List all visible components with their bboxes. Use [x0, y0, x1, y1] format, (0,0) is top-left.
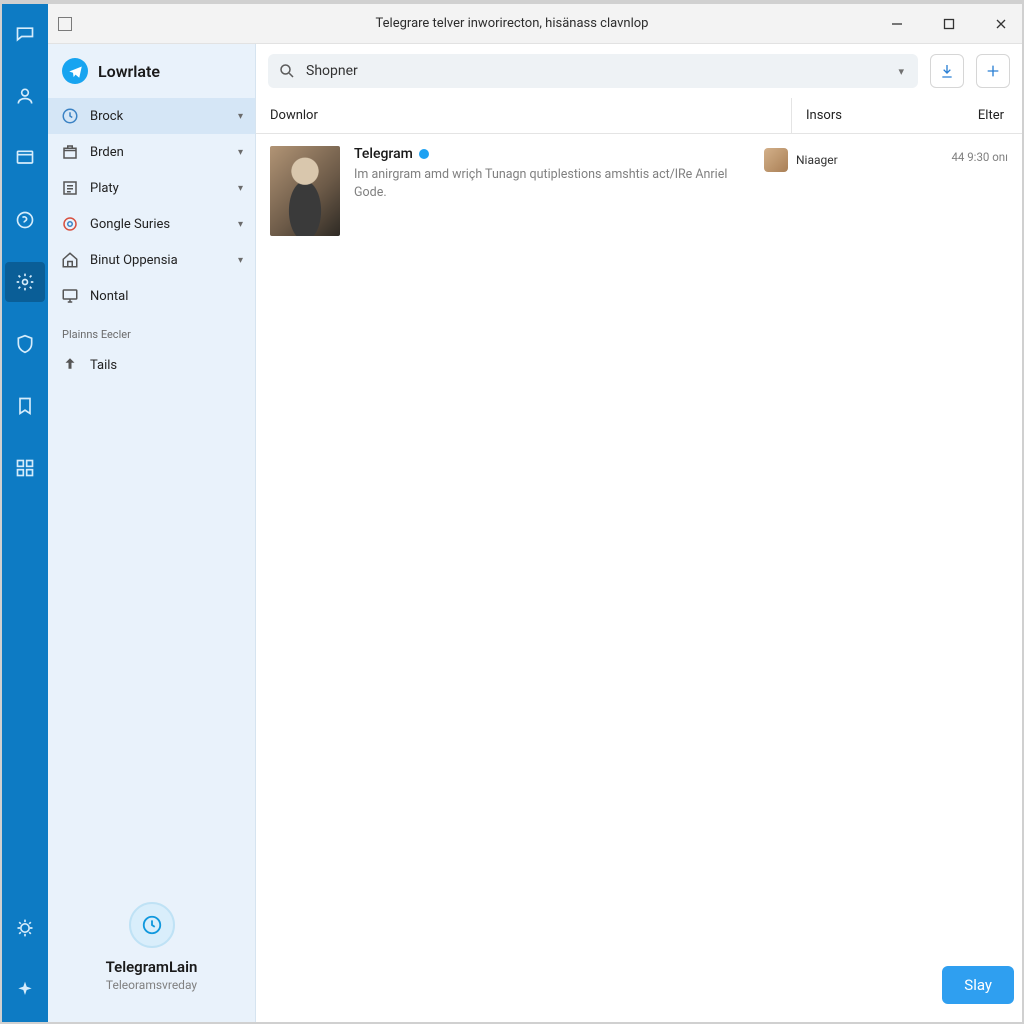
- sidebar-item-binut-oppensia[interactable]: Binut Oppensia ▾: [48, 242, 255, 278]
- sidebar-item-label: Nontal: [90, 289, 128, 304]
- upload-icon: [60, 355, 80, 375]
- settings-icon[interactable]: [5, 262, 45, 302]
- chevron-down-icon: ▾: [238, 183, 243, 194]
- sidebar-item-label: Binut Oppensia: [90, 253, 178, 268]
- telegram-icon: [62, 58, 88, 84]
- add-button[interactable]: [976, 54, 1010, 88]
- chevron-down-icon: ▾: [238, 219, 243, 230]
- sidebar-item-nontal[interactable]: Nontal: [48, 278, 255, 314]
- column-headers: Downlor Insors Elter: [256, 98, 1022, 134]
- row-time: 44 9:30 onı: [928, 146, 1008, 164]
- sidebar-item-brock[interactable]: Brock ▾: [48, 98, 255, 134]
- chevron-down-icon: ▾: [238, 147, 243, 158]
- profile-icon[interactable]: [5, 76, 45, 116]
- shield-icon[interactable]: [5, 324, 45, 364]
- author-name: Niaager: [796, 153, 838, 167]
- content-area: ▾ Downlor Insors Elter Telegram Im anirgr…: [256, 44, 1022, 1022]
- footer-logo-icon: [129, 902, 175, 948]
- sidebar-item-label: Platy: [90, 181, 119, 196]
- chat-icon[interactable]: [5, 14, 45, 54]
- primary-action-button[interactable]: Slay: [942, 966, 1014, 1004]
- search-box[interactable]: ▾: [268, 54, 918, 88]
- chevron-down-icon: ▾: [238, 111, 243, 122]
- minimize-button[interactable]: [884, 11, 910, 37]
- google-icon: [60, 214, 80, 234]
- download-button[interactable]: [930, 54, 964, 88]
- sidebar-item-tails[interactable]: Tails: [48, 347, 255, 383]
- row-title: Telegram: [354, 146, 413, 162]
- titlebar: Telegrare telver inworirecton, hisänass …: [48, 4, 1022, 44]
- sidebar-item-label: Brden: [90, 145, 124, 160]
- help-icon[interactable]: [5, 200, 45, 240]
- author-avatar: [764, 148, 788, 172]
- bookmark-icon[interactable]: [5, 386, 45, 426]
- sidebar-item-label: Brock: [90, 109, 123, 124]
- sparkle-icon[interactable]: [5, 970, 45, 1010]
- row-description: Im anirgram amd wriçh Tunagn qutiplestio…: [354, 166, 750, 201]
- verified-badge-icon: [419, 149, 429, 159]
- window-title: Telegrare telver inworirecton, hisänass …: [376, 16, 649, 31]
- sidebar-item-label: Gongle Suries: [90, 217, 170, 232]
- col-downlor[interactable]: Downlor: [256, 98, 792, 133]
- sidebar-section-label: Plainns Eecler: [48, 314, 255, 347]
- sidebar-footer: TelegramLain Teleoramsvreday: [48, 882, 255, 1022]
- home-icon: [60, 250, 80, 270]
- sidebar-item-brden[interactable]: Brden ▾: [48, 134, 255, 170]
- clock-icon: [60, 106, 80, 126]
- close-button[interactable]: [988, 11, 1014, 37]
- maximize-button[interactable]: [936, 11, 962, 37]
- footer-sub: Teleoramsvreday: [58, 978, 245, 992]
- app-menu-icon[interactable]: [58, 17, 72, 31]
- footer-name: TelegramLain: [58, 958, 245, 976]
- toolbar: ▾: [256, 44, 1022, 98]
- search-icon: [278, 62, 296, 80]
- sidebar-item-platy[interactable]: Platy ▾: [48, 170, 255, 206]
- thumbnail: [270, 146, 340, 236]
- sidebar-title: Lowrlate: [98, 62, 160, 81]
- bug-icon[interactable]: [5, 908, 45, 948]
- search-input[interactable]: [306, 63, 894, 79]
- box-icon: [60, 142, 80, 162]
- sidebar-item-gongle-suries[interactable]: Gongle Suries ▾: [48, 206, 255, 242]
- browser-icon[interactable]: [5, 138, 45, 178]
- activity-rail: [2, 4, 48, 1022]
- result-row[interactable]: Telegram Im anirgram amd wriçh Tunagn qut…: [256, 134, 1022, 248]
- sidebar-header: Lowrlate: [48, 44, 255, 98]
- col-insors[interactable]: Insors: [792, 98, 942, 133]
- sidebar-item-label: Tails: [90, 358, 117, 373]
- grid-icon[interactable]: [5, 448, 45, 488]
- chevron-down-icon[interactable]: ▾: [894, 65, 908, 78]
- monitor-icon: [60, 286, 80, 306]
- col-etter[interactable]: Elter: [942, 98, 1022, 133]
- sidebar: Lowrlate Brock▾Brden▾Platy▾Gongle Suries…: [48, 44, 256, 1022]
- chevron-down-icon: ▾: [238, 255, 243, 266]
- list-icon: [60, 178, 80, 198]
